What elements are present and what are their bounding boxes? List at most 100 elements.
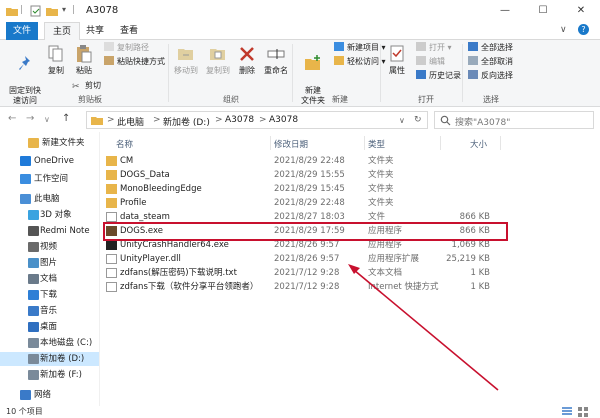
nav-item[interactable]: Redmi Note	[0, 224, 99, 238]
refresh-button[interactable]: ↻	[414, 115, 422, 125]
invert-selection-button[interactable]: 反向选择	[468, 70, 513, 82]
nav-item[interactable]: 文档	[0, 272, 99, 286]
nav-item-label: 3D 对象	[40, 210, 72, 220]
nav-item-label: 音乐	[40, 306, 58, 316]
open-label: 打开 ▾	[429, 43, 452, 52]
minimize-button[interactable]: —	[486, 0, 524, 22]
search-box[interactable]: 搜索"A3078"	[434, 111, 594, 129]
large-icons-view-icon[interactable]	[578, 407, 588, 417]
nav-item[interactable]: 视频	[0, 240, 99, 254]
breadcrumb-separator: >	[259, 115, 267, 125]
copy-button[interactable]: 复制	[44, 44, 68, 76]
properties-button[interactable]: 属性	[384, 44, 410, 76]
pin-quick-access-button[interactable]: 固定到快 速访问	[6, 44, 44, 106]
nav-item[interactable]: 图片	[0, 256, 99, 270]
nav-item[interactable]: 新建文件夹	[0, 136, 99, 150]
column-header-type[interactable]: 类型	[368, 138, 385, 150]
edit-button[interactable]: 编辑	[416, 56, 445, 68]
nav-item[interactable]: 本地磁盘 (C:)	[0, 336, 99, 350]
table-row[interactable]: Profile 2021/8/29 22:48 文件夹	[100, 196, 600, 210]
delete-button[interactable]: 删除	[236, 44, 258, 76]
nav-item[interactable]: 桌面	[0, 320, 99, 334]
nav-item[interactable]: 3D 对象	[0, 208, 99, 222]
tab-file[interactable]: 文件	[6, 22, 38, 40]
ribbon: 固定到快 速访问 复制 粘贴 复制路径 粘贴快捷方式 ✂ 剪切 剪贴板 移动到 复…	[0, 40, 600, 107]
table-row[interactable]: MonoBleedingEdge 2021/8/29 15:45 文件夹	[100, 182, 600, 196]
forward-button[interactable]: →	[26, 113, 34, 124]
annotation-arrow	[348, 264, 499, 391]
nav-item[interactable]: 网络	[0, 388, 99, 402]
invert-selection-label: 反向选择	[481, 71, 513, 80]
table-row[interactable]: CM 2021/8/29 22:48 文件夹	[100, 154, 600, 168]
nav-item-label: 下载	[40, 290, 58, 300]
nav-item[interactable]: 工作空间	[0, 172, 99, 186]
column-header-size[interactable]: 大小	[470, 138, 487, 150]
title-bar: | ▾ | A3078 — ☐ ✕	[0, 0, 600, 22]
nav-item-label: 新加卷 (D:)	[40, 354, 85, 364]
folder-icon	[6, 8, 18, 16]
nav-item-label: 图片	[40, 258, 58, 268]
separator: |	[20, 5, 24, 15]
nav-item-label: 视频	[40, 242, 58, 252]
nav-item[interactable]: 音乐	[0, 304, 99, 318]
easy-access-button[interactable]: 轻松访问 ▾	[334, 56, 386, 68]
nav-item[interactable]: 此电脑	[0, 192, 99, 206]
paste-shortcut-button[interactable]: 粘贴快捷方式	[104, 56, 165, 68]
properties-quick-icon[interactable]	[30, 5, 42, 17]
column-header-name[interactable]: 名称	[116, 138, 133, 150]
maximize-button[interactable]: ☐	[524, 0, 562, 22]
select-all-button[interactable]: 全部选择	[468, 42, 513, 54]
tab-view[interactable]: 查看	[112, 22, 146, 40]
column-header-date[interactable]: 修改日期	[274, 138, 308, 150]
nav-item-label: 网络	[34, 390, 52, 400]
move-to-icon	[178, 49, 193, 60]
nav-item[interactable]: 新加卷 (D:)	[0, 352, 99, 366]
breadcrumb-folder-a3078[interactable]: A3078	[225, 115, 254, 125]
up-button[interactable]: ↑	[62, 113, 70, 124]
history-button[interactable]: 历史记录	[416, 70, 461, 82]
search-icon	[440, 115, 451, 126]
new-folder-quick-icon[interactable]	[46, 5, 58, 17]
cell-date: 2021/8/29 15:55	[274, 170, 345, 180]
quick-access-dropdown-icon[interactable]: ▾	[62, 5, 66, 14]
cell-name: MonoBleedingEdge	[120, 184, 202, 194]
breadcrumb-drive[interactable]: 新加卷 (D:)	[163, 115, 210, 128]
nav-item[interactable]: 下载	[0, 288, 99, 302]
nav-item[interactable]: OneDrive	[0, 154, 99, 168]
cut-button[interactable]: ✂ 剪切	[72, 80, 101, 92]
details-view-icon[interactable]	[562, 407, 572, 417]
copy-path-button[interactable]: 复制路径	[104, 42, 149, 54]
address-path[interactable]: > 此电脑 > 新加卷 (D:) > A3078 > A3078 ∨ ↻	[86, 111, 428, 129]
tab-home[interactable]: 主页	[44, 22, 81, 41]
help-icon[interactable]: ?	[578, 24, 589, 35]
ribbon-collapse-icon[interactable]: ∨	[560, 25, 567, 35]
copy-icon	[48, 45, 63, 62]
group-separator	[168, 44, 169, 102]
file-icon	[106, 254, 117, 264]
back-button[interactable]: ←	[8, 113, 16, 124]
delete-x-icon	[240, 47, 254, 61]
separator: |	[72, 5, 76, 15]
paste-button[interactable]: 粘贴	[72, 44, 96, 76]
nav-item-icon	[28, 354, 39, 364]
select-none-button[interactable]: 全部取消	[468, 56, 513, 68]
breadcrumb-this-pc[interactable]: 此电脑	[117, 115, 144, 128]
address-dropdown-button[interactable]: ∨	[399, 116, 405, 125]
copy-to-button[interactable]: 复制到	[204, 44, 232, 76]
column-separator	[440, 136, 441, 150]
close-button[interactable]: ✕	[562, 0, 600, 22]
new-item-button[interactable]: 新建项目 ▾	[334, 42, 386, 54]
highlight-box	[103, 222, 508, 241]
cut-label: 剪切	[85, 81, 101, 90]
move-to-button[interactable]: 移动到	[172, 44, 200, 76]
address-bar-row: ← → ∨ ↑ > 此电脑 > 新加卷 (D:) > A3078 > A3078…	[0, 108, 600, 132]
recent-locations-button[interactable]: ∨	[44, 115, 50, 124]
breadcrumb-folder-a3078-inner[interactable]: A3078	[269, 115, 298, 125]
nav-item[interactable]: 新加卷 (F:)	[0, 368, 99, 382]
open-button[interactable]: 打开 ▾	[416, 42, 452, 54]
nav-item-icon	[28, 322, 39, 332]
cell-date: 2021/8/29 22:48	[274, 198, 345, 208]
tab-share[interactable]: 共享	[78, 22, 112, 40]
table-row[interactable]: DOGS_Data 2021/8/29 15:55 文件夹	[100, 168, 600, 182]
rename-button[interactable]: 重命名	[262, 44, 290, 76]
